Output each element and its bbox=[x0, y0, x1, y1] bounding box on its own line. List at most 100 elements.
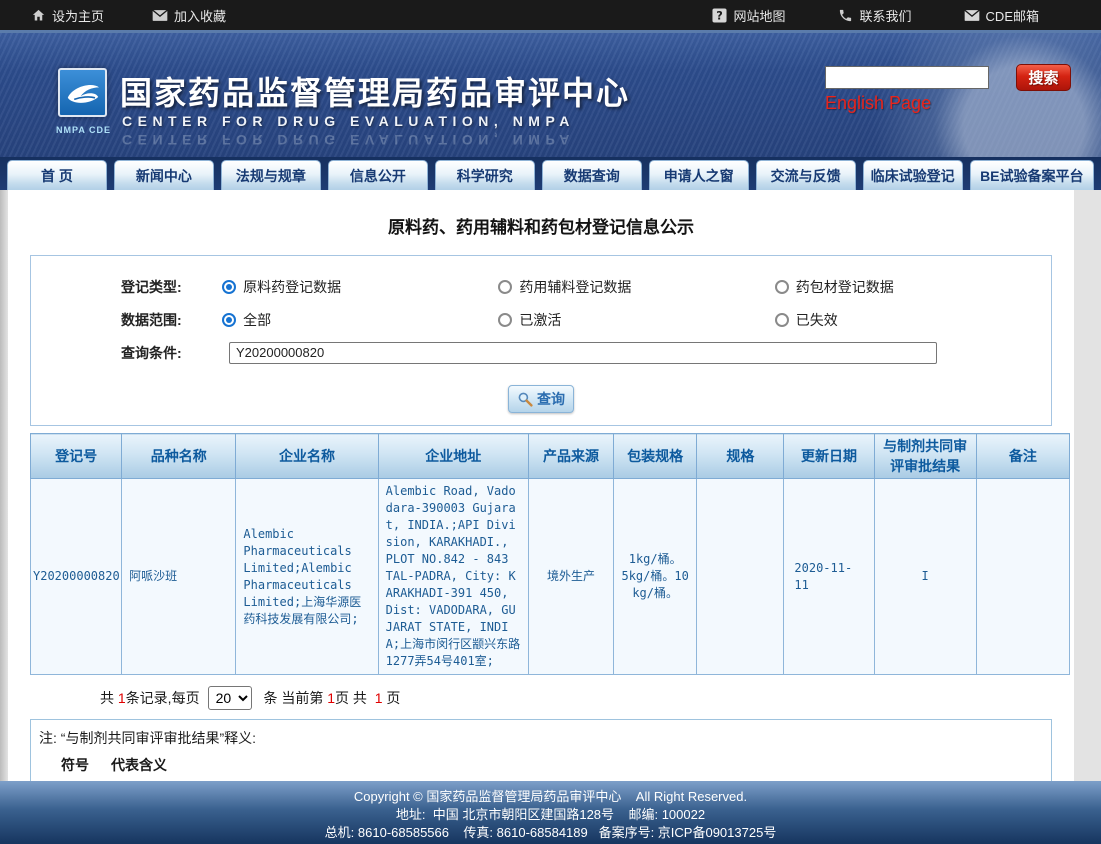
nav-tab-regulations[interactable]: 法规与规章 bbox=[221, 160, 321, 190]
radio-packaging-data[interactable] bbox=[775, 280, 789, 294]
cell-spec bbox=[697, 479, 784, 675]
legend-header-row: 符号 代表含义 bbox=[39, 754, 1043, 775]
page-title: 原料药、药用辅料和药包材登记信息公示 bbox=[8, 213, 1074, 238]
home-icon bbox=[30, 7, 46, 23]
legend-title: 注: “与制剂共同审评审批结果”释义: bbox=[39, 728, 1043, 748]
cell-company-address: Alembic Road, Vadodara-390003 Gujarat, I… bbox=[378, 479, 528, 675]
query-condition-label: 查询条件: bbox=[121, 343, 229, 363]
pagination-total-records: 1 bbox=[118, 690, 126, 706]
cell-registration-no: Y20200000820 bbox=[31, 479, 122, 675]
footer-copyright: Copyright © 国家药品监督管理局药品审评中心 All Right Re… bbox=[0, 788, 1101, 806]
option-packaging-data[interactable]: 药包材登记数据 bbox=[775, 277, 1051, 297]
col-registration-no: 登记号 bbox=[31, 434, 122, 479]
query-button[interactable]: 查询 bbox=[508, 385, 574, 413]
cde-swoosh-icon bbox=[63, 75, 103, 111]
option-api-data[interactable]: 原料药登记数据 bbox=[222, 277, 498, 297]
radio-expired[interactable] bbox=[775, 313, 789, 327]
registration-type-row: 登记类型: 原料药登记数据 药用辅料登记数据 药包材登记数据 bbox=[31, 270, 1051, 303]
col-packaging-spec: 包装规格 bbox=[614, 434, 697, 479]
top-utility-bar: 设为主页 加入收藏 ? 网站地图 联系我们 CDE邮箱 bbox=[0, 0, 1101, 30]
radio-excipient-data[interactable] bbox=[498, 280, 512, 294]
data-scope-label: 数据范围: bbox=[121, 310, 222, 330]
nav-tab-be-platform[interactable]: BE试验备案平台 bbox=[970, 160, 1094, 190]
nav-tab-news[interactable]: 新闻中心 bbox=[114, 160, 214, 190]
option-expired[interactable]: 已失效 bbox=[775, 310, 1051, 330]
contact-label: 联系我们 bbox=[860, 6, 912, 25]
contact-link[interactable]: 联系我们 bbox=[838, 6, 912, 25]
page-size-select[interactable]: 20 bbox=[208, 686, 252, 710]
site-footer: Copyright © 国家药品监督管理局药品审评中心 All Right Re… bbox=[0, 781, 1101, 844]
logo-caption: NMPA CDE bbox=[46, 125, 121, 135]
option-expired-label: 已失效 bbox=[796, 310, 838, 330]
sitemap-link[interactable]: ? 网站地图 bbox=[712, 6, 786, 25]
radio-all[interactable] bbox=[222, 313, 236, 327]
site-title-reflection: CENTER FOR DRUG EVALUATION, NMPA bbox=[122, 132, 575, 148]
pagination-page-suffix: 页 bbox=[383, 688, 401, 708]
cell-company-name: Alembic Pharmaceuticals Limited;Alembic … bbox=[236, 479, 378, 675]
query-condition-row: 查询条件: bbox=[31, 336, 1051, 369]
query-button-label: 查询 bbox=[537, 389, 565, 409]
content-panel: 原料药、药用辅料和药包材登记信息公示 登记类型: 原料药登记数据 药用辅料登记数… bbox=[8, 190, 1074, 781]
svg-text:?: ? bbox=[716, 9, 723, 22]
legend-meaning-header: 代表含义 bbox=[111, 755, 1043, 775]
add-favorite-label: 加入收藏 bbox=[174, 6, 226, 25]
main-navigation: 首 页 新闻中心 法规与规章 信息公开 科学研究 数据查询 申请人之窗 交流与反… bbox=[0, 157, 1101, 190]
col-remarks: 备注 bbox=[976, 434, 1069, 479]
nav-tab-clinical-trial[interactable]: 临床试验登记 bbox=[863, 160, 963, 190]
option-excipient-data-label: 药用辅料登记数据 bbox=[519, 277, 631, 297]
pagination-page-mid-label: 页 共 bbox=[335, 688, 375, 708]
table-row: Y20200000820 阿哌沙班 Alembic Pharmaceutical… bbox=[31, 479, 1070, 675]
footer-phone: 总机: 8610-68585566 传真: 8610-68584189 备案序号… bbox=[0, 824, 1101, 842]
question-icon: ? bbox=[712, 7, 728, 23]
option-activated[interactable]: 已激活 bbox=[498, 310, 774, 330]
set-homepage-link[interactable]: 设为主页 bbox=[30, 6, 104, 25]
option-all[interactable]: 全部 bbox=[222, 310, 498, 330]
nav-tab-applicant[interactable]: 申请人之窗 bbox=[649, 160, 749, 190]
add-favorite-link[interactable]: 加入收藏 bbox=[152, 6, 226, 25]
option-excipient-data[interactable]: 药用辅料登记数据 bbox=[498, 277, 774, 297]
col-update-date: 更新日期 bbox=[784, 434, 874, 479]
legend-notes-box: 注: “与制剂共同审评审批结果”释义: 符号 代表含义 A 已批准在上市制剂使用… bbox=[30, 719, 1052, 781]
envelope-icon bbox=[152, 7, 168, 23]
option-api-data-label: 原料药登记数据 bbox=[243, 277, 341, 297]
cell-product-name: 阿哌沙班 bbox=[122, 479, 236, 675]
col-company-name: 企业名称 bbox=[236, 434, 378, 479]
header-search-button[interactable]: 搜索 bbox=[1016, 64, 1071, 91]
pagination-current-page: 1 bbox=[327, 690, 335, 706]
table-header-row: 登记号 品种名称 企业名称 企业地址 产品来源 包装规格 规格 更新日期 与制剂… bbox=[31, 434, 1070, 479]
nav-tab-data-query[interactable]: 数据查询 bbox=[542, 160, 642, 190]
radio-activated[interactable] bbox=[498, 313, 512, 327]
nav-tab-home[interactable]: 首 页 bbox=[7, 160, 107, 190]
cde-mailbox-link[interactable]: CDE邮箱 bbox=[964, 6, 1039, 25]
legend-symbol-header: 符号 bbox=[39, 755, 111, 775]
data-scope-row: 数据范围: 全部 已激活 已失效 bbox=[31, 303, 1051, 336]
option-activated-label: 已激活 bbox=[519, 310, 561, 330]
nav-tab-disclosure[interactable]: 信息公开 bbox=[328, 160, 428, 190]
nmpa-cde-logo[interactable] bbox=[58, 68, 107, 117]
query-condition-input[interactable] bbox=[229, 342, 937, 364]
query-form: 登记类型: 原料药登记数据 药用辅料登记数据 药包材登记数据 数据范围: 全部 bbox=[30, 255, 1052, 426]
cell-joint-review-result: I bbox=[874, 479, 976, 675]
submit-row: 查询 bbox=[31, 385, 1051, 413]
results-table: 登记号 品种名称 企业名称 企业地址 产品来源 包装规格 规格 更新日期 与制剂… bbox=[30, 433, 1070, 675]
radio-api-data[interactable] bbox=[222, 280, 236, 294]
col-company-address: 企业地址 bbox=[378, 434, 528, 479]
nav-tab-feedback[interactable]: 交流与反馈 bbox=[756, 160, 856, 190]
pagination-bar: 共 1 条记录,每页 20 条 当前第 1 页 共 1 页 bbox=[30, 685, 1052, 711]
footer-address: 地址: 中国 北京市朝阳区建国路128号 邮编: 100022 bbox=[0, 806, 1101, 824]
pagination-total-pages: 1 bbox=[375, 690, 383, 706]
cell-remarks bbox=[976, 479, 1069, 675]
col-joint-review-result: 与制剂共同审评审批结果 bbox=[874, 434, 976, 479]
english-page-link[interactable]: English Page bbox=[825, 93, 931, 114]
header-search-input[interactable] bbox=[825, 66, 989, 89]
pagination-records-label: 条记录,每页 bbox=[126, 688, 200, 708]
magnifier-icon bbox=[517, 391, 533, 407]
cell-product-source: 境外生产 bbox=[528, 479, 613, 675]
site-header: NMPA CDE 国家药品监督管理局药品审评中心 CENTER FOR DRUG… bbox=[0, 30, 1101, 157]
nav-tab-research[interactable]: 科学研究 bbox=[435, 160, 535, 190]
col-spec: 规格 bbox=[697, 434, 784, 479]
sitemap-label: 网站地图 bbox=[734, 6, 786, 25]
site-title-chinese: 国家药品监督管理局药品审评中心 bbox=[120, 68, 630, 114]
col-product-source: 产品来源 bbox=[528, 434, 613, 479]
site-title-english: CENTER FOR DRUG EVALUATION, NMPA bbox=[122, 113, 575, 129]
